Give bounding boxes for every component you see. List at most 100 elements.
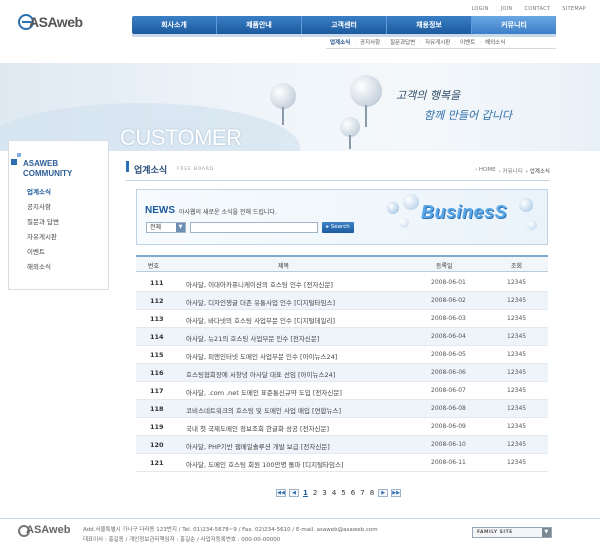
contact-link[interactable]: CONTACT — [524, 6, 550, 12]
row-views: 12345 — [507, 351, 527, 358]
row-date: 2008-06-09 — [431, 423, 466, 430]
row-no: 121 — [150, 459, 164, 467]
board-header: 번호 제목 등록일 조회 — [136, 255, 548, 272]
row-views: 12345 — [507, 441, 527, 448]
nav-company[interactable]: 회사소개 — [132, 16, 217, 34]
subnav-qna[interactable]: 질문과답변 — [386, 38, 419, 46]
row-subject-link[interactable]: 호스팅협회장에 서창녕 아사달 대표 선임 [아이뉴스24] — [186, 369, 335, 379]
bubble-icon — [403, 194, 419, 210]
table-row: 114 아사달, 뉴21의 호스팅 사업부문 인수 [전자신문] 2008-06… — [136, 328, 548, 346]
sidebar-title-line1: ASAWEB — [23, 159, 59, 168]
sidebar-item-event[interactable]: 이벤트 — [27, 245, 108, 260]
sidebar-item-industry-news[interactable]: 업계소식 — [27, 185, 108, 200]
header-date: 등록일 — [436, 263, 453, 270]
row-subject-link[interactable]: 아사달, 이대아카퓨니케이션의 호스팅 인수 [전자신문] — [186, 279, 333, 289]
subnav-free-board[interactable]: 자유게시판 — [421, 38, 454, 46]
page-link-2[interactable]: 2 — [312, 489, 318, 497]
family-site-select[interactable]: FAMILY SITE ▼ — [472, 527, 552, 538]
header-subject: 제목 — [278, 263, 290, 270]
search-button[interactable]: ▸ Search — [322, 222, 354, 233]
page-link-4[interactable]: 4 — [331, 489, 337, 497]
table-row: 116 호스팅협회장에 서창녕 아사달 대표 선임 [아이뉴스24] 2008-… — [136, 364, 548, 382]
row-date: 2008-06-01 — [431, 279, 466, 286]
search-category-select[interactable]: 전체 ▼ — [146, 222, 186, 233]
nav-community[interactable]: 커뮤니티 — [472, 16, 556, 34]
row-subject-link[interactable]: 국내 첫 국제도메인 정보조회 한글화 성공 [전자신문] — [186, 423, 329, 433]
subnav-event[interactable]: 이벤트 — [456, 38, 479, 46]
row-subject-link[interactable]: 아사달, 바다넷의 호스팅 사업부문 인수 [디지털데일리] — [186, 315, 335, 325]
sidebar-item-notice[interactable]: 공지사항 — [27, 200, 108, 215]
row-subject-link[interactable]: 아사달, 피앤인터넷 도메인 사업부문 인수 [아이뉴스24] — [186, 351, 337, 361]
row-no: 114 — [150, 333, 164, 341]
table-row: 121 아사달, 도메인 호스팅 회원 100만명 돌파 [디지털타임스] 20… — [136, 454, 548, 472]
nav-shadow — [132, 34, 556, 37]
row-subject-link[interactable]: 아사달, PHP기반 웹메일솔루션 개발 보급 [전자신문] — [186, 441, 330, 451]
subnav-notice[interactable]: 공지사항 — [356, 38, 384, 46]
table-row: 115 아사달, 피앤인터넷 도메인 사업부문 인수 [아이뉴스24] 2008… — [136, 346, 548, 364]
row-date: 2008-06-10 — [431, 441, 466, 448]
last-page-button[interactable]: ▶▶ — [391, 489, 402, 497]
row-subject-link[interactable]: 아사달, .com .net 도메인 표준통신규약 도입 [전자신문] — [186, 387, 342, 397]
page-link-5[interactable]: 5 — [340, 489, 346, 497]
row-no: 116 — [150, 369, 164, 377]
row-views: 12345 — [507, 405, 527, 412]
news-search-box: NEWS 아사웹의 새로운 소식을 전해 드립니다. 전체 ▼ ▸ Search… — [136, 189, 548, 245]
sidebar-item-free-board[interactable]: 자유게시판 — [27, 230, 108, 245]
search-input[interactable] — [190, 222, 318, 233]
login-link[interactable]: LOGIN — [472, 6, 489, 12]
next-page-button[interactable]: ▶ — [378, 489, 389, 497]
table-row: 118 코비스네트워크의 호스팅 및 도메인 사업 매입 [연합뉴스] 2008… — [136, 400, 548, 418]
page-link-1[interactable]: 1 — [302, 489, 309, 497]
subnav-industry-news[interactable]: 업계소식 — [326, 38, 354, 46]
row-subject-link[interactable]: 아사달, 도메인 호스팅 회원 100만명 돌파 [디지털타임스] — [186, 459, 344, 469]
subnav-divider — [326, 48, 556, 49]
breadcrumb: › HOME › 커뮤니티 › 업계소식 — [475, 167, 550, 175]
table-row: 117 아사달, .com .net 도메인 표준통신규약 도입 [전자신문] … — [136, 382, 548, 400]
sidebar-item-overseas-news[interactable]: 해외소식 — [27, 260, 108, 275]
sub-navigation: 업계소식 · 공지사항 · 질문과답변 · 자유게시판 · 이벤트 · 해외소식 — [326, 38, 509, 46]
page-link-3[interactable]: 3 — [321, 489, 327, 497]
row-date: 2008-06-05 — [431, 351, 466, 358]
page-link-6[interactable]: 6 — [350, 489, 356, 497]
subnav-overseas-news[interactable]: 해외소식 — [481, 38, 509, 46]
row-subject-link[interactable]: 코비스네트워크의 호스팅 및 도메인 사업 매입 [연합뉴스] — [186, 405, 341, 415]
row-no: 115 — [150, 351, 164, 359]
nav-products[interactable]: 제품안내 — [217, 16, 302, 34]
row-views: 12345 — [507, 387, 527, 394]
logo-text: ASAweb — [29, 14, 83, 30]
bubble-icon — [519, 198, 533, 212]
hero-banner: CUSTOMER 고객의 행복을 함께 만들어 갑니다 — [0, 63, 600, 151]
table-row: 112 아사달, 디자인쟁글 더존 유통사업 인수 [디지털타임스] 2008-… — [136, 292, 548, 310]
row-date: 2008-06-08 — [431, 405, 466, 412]
sidebar-item-qna[interactable]: 질문과 답변 — [27, 215, 108, 230]
site-logo[interactable]: ASAweb — [18, 10, 90, 34]
table-row: 111 아사달, 이대아카퓨니케이션의 호스팅 인수 [전자신문] 2008-0… — [136, 274, 548, 292]
chevron-down-icon: ▼ — [542, 528, 551, 537]
sitemap-link[interactable]: SITEMAP — [562, 6, 586, 12]
page-link-8[interactable]: 8 — [369, 489, 375, 497]
row-subject-link[interactable]: 아사달, 디자인쟁글 더존 유통사업 인수 [디지털타임스] — [186, 297, 335, 307]
row-views: 12345 — [507, 369, 527, 376]
row-no: 111 — [150, 279, 164, 287]
banner-slogan-line1: 고객의 행복을 — [396, 89, 461, 102]
prev-page-button[interactable]: ◀ — [289, 489, 299, 497]
join-link[interactable]: JOIN — [501, 6, 513, 12]
row-date: 2008-06-03 — [431, 315, 466, 322]
footer-company-info: 대표이사 : 홍길동 / 개인정보관리책임자 : 홍길순 / 사업자등록번호 :… — [83, 537, 281, 543]
row-date: 2008-06-07 — [431, 387, 466, 394]
nav-customer-center[interactable]: 고객센터 — [302, 16, 387, 34]
nav-recruit[interactable]: 채용정보 — [387, 16, 472, 34]
bubble-icon — [387, 202, 399, 214]
row-views: 12345 — [507, 297, 527, 304]
row-no: 118 — [150, 405, 164, 413]
row-no: 119 — [150, 423, 164, 431]
breadcrumb-home[interactable]: › HOME — [475, 167, 496, 175]
search-category-value: 전체 — [150, 224, 162, 231]
first-page-button[interactable]: ◀◀ — [276, 489, 286, 497]
page-link-7[interactable]: 7 — [359, 489, 365, 497]
left-sidebar: ASAWEB COMMUNITY 업계소식 공지사항 질문과 답변 자유게시판 … — [8, 140, 109, 290]
row-views: 12345 — [507, 279, 527, 286]
breadcrumb-community[interactable]: › 커뮤니티 — [499, 167, 523, 175]
row-subject-link[interactable]: 아사달, 뉴21의 호스팅 사업부문 인수 [전자신문] — [186, 333, 319, 343]
row-no: 112 — [150, 297, 164, 305]
